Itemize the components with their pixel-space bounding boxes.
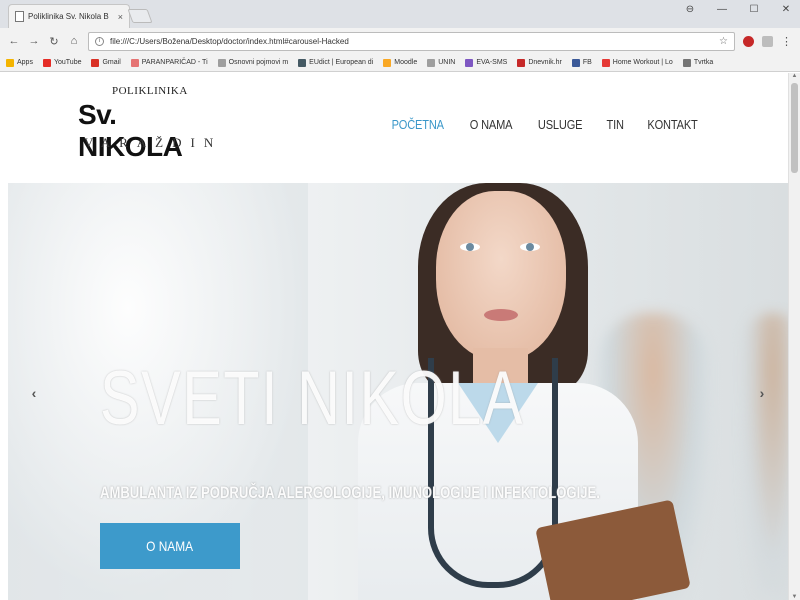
bookmark-icon <box>427 58 436 67</box>
minimize-button[interactable]: — <box>716 4 728 15</box>
back-icon[interactable]: ← <box>8 35 20 47</box>
bookmark-label: Tvrtka <box>693 59 714 66</box>
bookmark-label: Osnovni pojmovi m <box>228 59 289 66</box>
logo-main-text: Sv. NIKOLA <box>78 99 183 162</box>
hero-subtitle: AMBULANTA IZ PODRUČJA ALERGOLOGIJE, IMUN… <box>100 483 600 502</box>
carousel-prev-icon[interactable]: ‹ <box>26 385 42 401</box>
logo-sub-text: VARAŽDIN <box>84 135 223 150</box>
site-logo[interactable]: POLIKLINIKA Sv. NIKOLA VARAŽDIN <box>78 83 218 163</box>
info-icon[interactable]: i <box>95 36 104 46</box>
bookmark-icon <box>465 58 474 67</box>
page-icon <box>15 11 24 22</box>
bookmark-item[interactable]: Dnevnik.hr <box>517 58 562 67</box>
bookmark-item[interactable]: EUdict | European di <box>298 58 374 67</box>
browser-tab-bar: Poliklinika Sv. Nikola B × ⊖ — ☐ ✕ <box>0 0 800 28</box>
bookmark-label: UNIN <box>438 59 456 66</box>
address-bar[interactable]: i file:///C:/Users/Božena/Desktop/doctor… <box>88 31 735 51</box>
scroll-down-icon[interactable]: ▼ <box>791 594 798 600</box>
blurred-person-2 <box>743 313 788 593</box>
bookmark-item[interactable]: UNIN <box>427 58 456 67</box>
nav-item-kontakt[interactable]: KONTAKT <box>647 117 697 132</box>
url-text[interactable]: file:///C:/Users/Božena/Desktop/doctor/i… <box>110 37 713 46</box>
bookmark-icon <box>217 58 226 67</box>
bookmark-icon <box>682 58 691 67</box>
bookmark-item[interactable]: Tvrtka <box>682 58 714 67</box>
site-header: POLIKLINIKA Sv. NIKOLA VARAŽDIN POČETNA … <box>0 73 788 183</box>
scroll-up-icon[interactable]: ▲ <box>791 73 798 79</box>
scroll-thumb[interactable] <box>791 83 798 173</box>
close-window-button[interactable]: ✕ <box>780 4 792 15</box>
bookmark-label: Moodle <box>394 59 418 66</box>
profile-icon[interactable]: ⊖ <box>684 4 696 15</box>
nav-item-o-nama[interactable]: O NAMA <box>470 117 513 132</box>
bookmark-label: PARANPARIČAD - Ti <box>141 59 208 66</box>
browser-toolbar: ← → ↻ ⌂ i file:///C:/Users/Božena/Deskto… <box>0 28 800 54</box>
bookmark-icon <box>298 58 307 67</box>
bookmark-label: EUdict | European di <box>309 59 374 66</box>
carousel-next-icon[interactable]: › <box>754 385 770 401</box>
new-tab-button[interactable] <box>127 9 153 23</box>
bookmark-item[interactable]: Gmail <box>91 58 121 67</box>
bookmark-item[interactable]: Home Workout | Lo <box>601 58 673 67</box>
bookmark-item[interactable]: YouTube <box>42 58 82 67</box>
extension-icon[interactable] <box>743 35 754 47</box>
bookmark-item[interactable]: Moodle <box>383 58 418 67</box>
web-page: POLIKLINIKA Sv. NIKOLA VARAŽDIN POČETNA … <box>0 73 788 600</box>
bookmarks-bar: Apps YouTube Gmail PARANPARIČAD - Ti Osnovni… <box>0 54 800 72</box>
nav-item-tin[interactable]: TIN <box>606 117 623 132</box>
bookmark-label: EVA-SMS <box>476 59 508 66</box>
hero-carousel: SVETI NIKOLA AMBULANTA IZ PODRUČJA ALERG… <box>8 183 788 600</box>
nav-item-pocetna[interactable]: POČETNA <box>391 117 443 132</box>
about-us-button-label: O NAMA <box>146 538 194 554</box>
about-us-button[interactable]: O NAMA <box>100 523 240 569</box>
bookmark-icon <box>517 58 526 67</box>
browser-menu-icon[interactable]: ⋮ <box>781 35 792 48</box>
home-icon[interactable]: ⌂ <box>68 35 80 47</box>
bookmark-item[interactable]: EVA-SMS <box>465 58 508 67</box>
bookmark-item[interactable]: Apps <box>6 58 33 67</box>
bookmark-icon <box>571 58 580 67</box>
bookmark-item[interactable]: FB <box>571 58 592 67</box>
page-scrollbar[interactable]: ▲ ▼ <box>788 73 800 600</box>
logo-top-text: POLIKLINIKA <box>112 85 188 97</box>
bookmark-label: Dnevnik.hr <box>528 59 562 66</box>
close-tab-icon[interactable]: × <box>118 12 123 22</box>
bookmark-label: YouTube <box>53 59 82 66</box>
nav-item-usluge[interactable]: USLUGE <box>538 117 583 132</box>
bookmark-item[interactable]: PARANPARIČAD - Ti <box>130 58 208 67</box>
tab-title: Poliklinika Sv. Nikola B <box>28 12 109 21</box>
window-controls: ⊖ — ☐ ✕ <box>684 4 792 15</box>
bookmark-label: Apps <box>17 59 33 66</box>
bookmark-label: Home Workout | Lo <box>612 59 673 66</box>
bookmark-label: Gmail <box>102 59 121 66</box>
forward-icon[interactable]: → <box>28 35 40 47</box>
bookmark-icon <box>130 58 139 67</box>
bookmark-label: FB <box>582 59 592 66</box>
bookmark-icon <box>42 58 51 67</box>
bookmark-star-icon[interactable]: ☆ <box>719 36 728 47</box>
bookmark-icon <box>601 58 610 67</box>
bookmark-icon <box>6 58 14 67</box>
bookmark-icon <box>91 58 100 67</box>
bookmark-item[interactable]: Osnovni pojmovi m <box>217 58 289 67</box>
hero-title: SVETI NIKOLA <box>100 356 524 441</box>
browser-tab[interactable]: Poliklinika Sv. Nikola B × <box>8 4 130 28</box>
bookmark-icon <box>383 58 392 67</box>
main-nav: POČETNA O NAMA USLUGE TIN KONTAKT <box>387 117 702 132</box>
maximize-button[interactable]: ☐ <box>748 4 760 15</box>
extension-icon-2[interactable] <box>762 35 773 47</box>
reload-icon[interactable]: ↻ <box>48 35 60 48</box>
